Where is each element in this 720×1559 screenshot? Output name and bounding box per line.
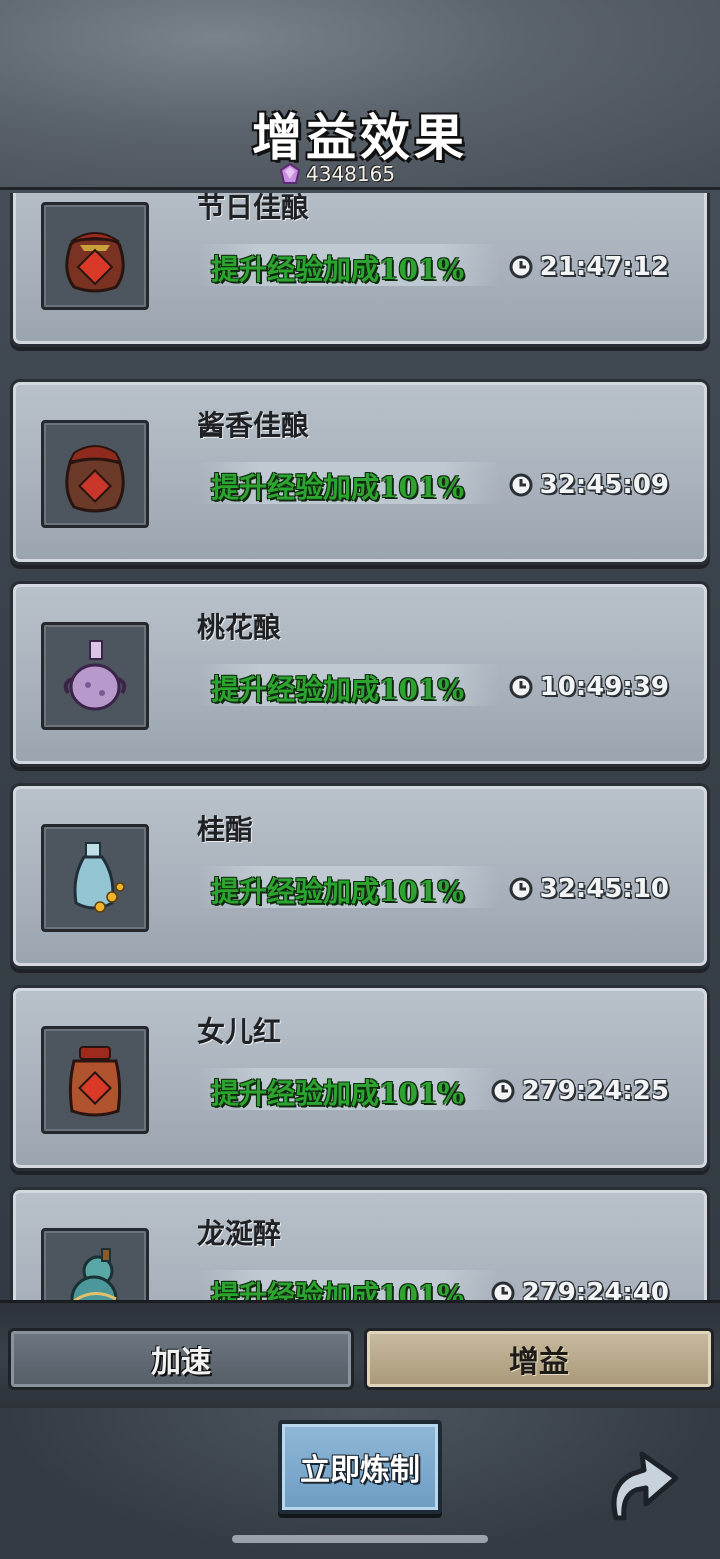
- purple-flask-icon: [63, 640, 127, 711]
- list-item[interactable]: 节日佳酿 提升经验加成101% 21:47:12: [10, 193, 710, 347]
- item-name: 桂酯: [197, 813, 254, 846]
- timer-value: 10:49:39: [539, 672, 669, 702]
- share-arrow-icon[interactable]: [598, 1434, 686, 1530]
- item-timer: 279:24:25: [490, 1074, 669, 1108]
- currency-value: 4348165: [306, 162, 396, 186]
- item-icon-frame: [41, 1228, 149, 1308]
- home-indicator: [232, 1535, 488, 1543]
- list-item[interactable]: 桃花酿 提升经验加成101% 10:49:39: [10, 581, 710, 767]
- item-effect: 提升经验加成101%: [211, 673, 465, 706]
- clock-icon: [509, 255, 533, 279]
- currency-display: 4348165: [278, 160, 395, 188]
- item-icon-frame: [41, 1026, 149, 1134]
- item-icon-frame: [41, 824, 149, 932]
- timer-value: 279:24:25: [521, 1076, 669, 1106]
- timer-value: 21:47:12: [539, 252, 669, 282]
- item-name: 女儿红: [197, 1015, 282, 1048]
- list-item[interactable]: 龙涎醉 提升经验加成101% 279:24:40: [10, 1187, 710, 1308]
- clock-icon: [491, 1079, 515, 1103]
- list-item[interactable]: 桂酯 提升经验加成101% 32:45:10: [10, 783, 710, 969]
- item-timer: 10:49:39: [508, 670, 669, 704]
- clock-icon: [509, 473, 533, 497]
- item-icon-frame: [41, 420, 149, 528]
- item-name: 桃花酿: [197, 611, 282, 644]
- item-name: 龙涎醉: [197, 1217, 282, 1250]
- brown-wine-jar-icon: [65, 445, 125, 513]
- buff-list[interactable]: 节日佳酿 提升经验加成101% 21:47:12 酱香佳酿 提升经验加成101%: [0, 193, 720, 1308]
- blue-vase-icon: [73, 842, 125, 913]
- tab-boost[interactable]: 增益: [364, 1328, 714, 1390]
- item-timer: 32:45:10: [508, 872, 669, 906]
- teal-gourd-icon: [70, 1248, 118, 1308]
- clock-icon: [509, 675, 533, 699]
- item-icon-frame: [41, 622, 149, 730]
- item-timer: 21:47:12: [508, 250, 669, 284]
- red-wine-jar-icon: [65, 232, 125, 293]
- item-effect: 提升经验加成101%: [211, 875, 465, 908]
- list-item[interactable]: 女儿红 提升经验加成101% 279:24:25: [10, 985, 710, 1171]
- craft-now-button[interactable]: 立即炼制: [278, 1420, 442, 1514]
- timer-value: 32:45:10: [539, 874, 669, 904]
- item-timer: 32:45:09: [508, 468, 669, 502]
- item-name: 酱香佳酿: [197, 409, 310, 442]
- item-effect: 提升经验加成101%: [211, 1077, 465, 1110]
- list-item[interactable]: 酱香佳酿 提升经验加成101% 32:45:09: [10, 379, 710, 565]
- purple-gem-icon: [279, 162, 301, 184]
- timer-value: 32:45:09: [539, 470, 669, 500]
- item-icon-frame: [41, 202, 149, 310]
- clock-icon: [509, 877, 533, 901]
- item-effect: 提升经验加成101%: [211, 253, 465, 286]
- red-wine-pot-icon: [68, 1046, 122, 1117]
- tab-speed[interactable]: 加速: [8, 1328, 354, 1390]
- header: 增益效果 4348165: [0, 0, 720, 190]
- item-effect: 提升经验加成101%: [211, 471, 465, 504]
- item-name: 节日佳酿: [197, 193, 310, 224]
